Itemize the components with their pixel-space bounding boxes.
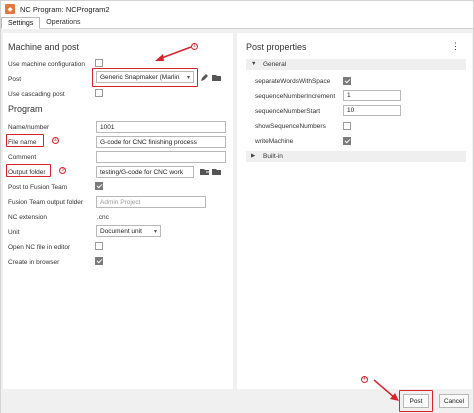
tab-bar: Settings Operations [1,17,473,29]
machine-and-post-heading: Machine and post [8,42,80,52]
nc-extension-label: NC extension [8,214,48,221]
annotation-number-3: ③ [59,167,66,174]
tab-settings[interactable]: Settings [1,17,41,29]
more-options-icon[interactable]: ⋮ [451,41,460,52]
prop-label: sequenceNumberIncrement [255,93,336,100]
use-cascading-label: Use cascading post [8,91,65,98]
unit-select[interactable]: Document unit ▾ [96,225,161,237]
window-title: NC Program: NCProgram2 [20,4,110,14]
annotation-box-output-folder [6,164,51,177]
unit-select-value: Document unit [100,228,142,235]
prop-input[interactable]: 1 [343,90,401,101]
annotation-box-file-name [6,134,44,147]
folder-open-icon[interactable] [211,166,222,177]
annotation-number-2: ② [52,137,59,144]
prop-label: separateWordsWithSpace [255,78,331,85]
team-output-input[interactable]: Admin Project [96,196,206,208]
prop-label: writeMachine [255,138,294,145]
post-properties-heading: Post properties [246,42,307,52]
annotation-box-post [92,68,198,87]
open-nc-label: Open NC file in editor [8,244,71,251]
use-machine-checkbox[interactable] [95,59,103,67]
post-button[interactable]: Post [403,394,429,408]
triangle-right-icon: ▶ [251,153,256,159]
annotation-number-4: ④ [361,376,368,383]
use-cascading-checkbox[interactable] [95,89,103,97]
output-folder-input[interactable]: testing/G-code for CNC work [96,166,194,178]
settings-panel: Machine and post Use machine configurati… [3,33,233,389]
triangle-down-icon: ▼ [251,61,257,67]
post-properties-panel: Post properties ⋮ ▼ General separateWord… [237,33,472,389]
nc-program-dialog: ◆ NC Program: NCProgram2 Settings Operat… [0,0,474,413]
file-name-input[interactable]: G-code for CNC finishing process [96,136,226,148]
post-label: Post [8,76,22,83]
cancel-button[interactable]: Cancel [439,394,469,408]
prop-checkbox[interactable] [343,122,351,130]
folder-open-icon[interactable] [211,72,222,83]
program-heading: Program [8,104,43,114]
prop-checkbox[interactable] [343,137,351,145]
post-to-team-checkbox[interactable] [95,182,103,190]
app-icon: ◆ [5,4,15,14]
prop-label: showSequenceNumbers [255,123,326,130]
team-output-label: Fusion Team output folder [8,199,84,206]
edit-pencil-icon[interactable] [199,72,210,83]
unit-label: Unit [8,229,20,236]
annotation-number-1: ① [191,43,198,50]
nc-extension-value: .cnc [97,214,109,221]
name-number-label: Name/number [8,124,50,131]
annotation-arrow-1 [155,46,192,61]
use-machine-label: Use machine configuration [8,61,85,68]
group-general-label: General [263,61,287,68]
group-general[interactable]: ▼ General [246,59,466,70]
group-builtin-label: Built-in [263,153,283,160]
post-to-team-label: Post to Fusion Team [8,184,68,191]
create-browser-label: Create in browser [8,259,60,266]
folder-add-icon[interactable] [199,166,210,177]
title-bar: ◆ NC Program: NCProgram2 [1,1,473,17]
create-browser-checkbox[interactable] [95,257,103,265]
chevron-down-icon: ▾ [153,229,157,235]
comment-input[interactable] [96,151,226,163]
name-number-input[interactable]: 1001 [96,121,226,133]
open-nc-checkbox[interactable] [95,242,103,250]
annotation-arrow-4 [373,379,399,401]
group-builtin[interactable]: ▶ Built-in [246,151,466,162]
prop-checkbox[interactable] [343,77,351,85]
tab-operations[interactable]: Operations [40,17,86,29]
prop-label: sequenceNumberStart [255,108,321,115]
comment-label: Comment [8,154,37,161]
prop-input[interactable]: 10 [343,105,401,116]
